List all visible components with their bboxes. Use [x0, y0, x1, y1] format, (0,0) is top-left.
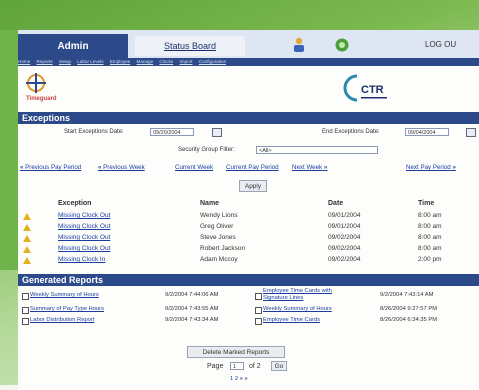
exception-time: 8:00 am: [418, 245, 442, 252]
exception-time: 8:00 am: [418, 234, 442, 241]
nav-link-employee[interactable]: Employee: [110, 59, 130, 64]
current-week-link[interactable]: Current Week: [175, 164, 213, 171]
exception-link[interactable]: Missing Clock Out: [58, 234, 110, 241]
warning-icon: [23, 213, 31, 220]
previous-week-link[interactable]: « Previous Week: [98, 164, 145, 171]
report-link[interactable]: Labor Distribution Report: [30, 317, 94, 323]
table-row: Missing Clock Out Steve Jones 09/02/2004…: [18, 233, 479, 244]
report-checkbox[interactable]: [22, 293, 29, 300]
ctr-logo: CTR: [343, 72, 413, 106]
report-timestamp: 8/26/2004 9:27:57 PM: [380, 306, 438, 312]
security-filter-label: Security Group Filter:: [178, 147, 235, 153]
start-date-calendar-icon[interactable]: [212, 128, 222, 137]
column-header-date: Date: [328, 200, 344, 207]
nav-link-labor-levels[interactable]: Labor Levels: [77, 59, 103, 64]
report-link[interactable]: Employee Time Cards: [263, 317, 320, 323]
report-checkbox[interactable]: [22, 307, 29, 314]
end-date-input[interactable]: 09/04/2004: [405, 128, 449, 136]
delete-marked-reports-button[interactable]: Delete Marked Reports: [187, 346, 285, 358]
report-timestamp: 9/2/2004 7:43:55 AM: [165, 306, 219, 312]
column-header-exception: Exception: [58, 200, 92, 207]
report-checkbox[interactable]: [255, 307, 262, 314]
warning-icon: [23, 257, 31, 264]
next-pay-period-link[interactable]: Next Pay Period »: [406, 164, 456, 171]
exception-date: 09/02/2004: [328, 256, 361, 263]
nav-link-clocks[interactable]: Clocks: [159, 59, 173, 64]
exception-date: 09/01/2004: [328, 212, 361, 219]
logout-link[interactable]: LOG OU: [425, 40, 456, 49]
report-timestamp: 9/2/2004 7:44:06 AM: [165, 292, 219, 298]
exceptions-header: Exceptions: [18, 112, 479, 124]
nav-link-reports[interactable]: Reports: [37, 59, 53, 64]
column-header-name: Name: [200, 200, 220, 207]
end-date-label: End Exceptions Date:: [322, 129, 380, 135]
timeguard-logo: Timeguard: [22, 70, 66, 108]
report-timestamp: 9/2/2004 7:43:14 AM: [380, 292, 434, 298]
nav-links: Home Reports Setup Labor Levels Employee…: [18, 58, 479, 66]
help-icon[interactable]: [335, 38, 349, 52]
nav-link-manage[interactable]: Manage: [137, 59, 154, 64]
left-accent-bar: [0, 30, 18, 270]
exception-date: 09/02/2004: [328, 234, 361, 241]
tab-status-board[interactable]: Status Board: [135, 36, 245, 56]
report-checkbox[interactable]: [255, 318, 262, 325]
table-row: Missing Clock In Adam Mccoy 09/02/2004 2…: [18, 255, 479, 266]
report-link[interactable]: Weekly Summary of Hours: [263, 306, 332, 312]
warning-icon: [23, 246, 31, 253]
employee-name: Adam Mccoy: [200, 256, 238, 263]
employee-name: Robert Jackson: [200, 245, 246, 252]
report-checkbox[interactable]: [22, 318, 29, 325]
user-icon[interactable]: [292, 37, 306, 53]
apply-button[interactable]: Apply: [239, 180, 267, 192]
tab-admin[interactable]: Admin: [18, 34, 128, 58]
employee-name: Greg Oliver: [200, 223, 234, 230]
current-pay-period-link[interactable]: Current Pay Period: [226, 164, 279, 171]
nav-link-home[interactable]: Home: [18, 59, 30, 64]
table-row: Missing Clock Out Robert Jackson 09/02/2…: [18, 244, 479, 255]
nav-link-import[interactable]: Import: [180, 59, 193, 64]
exception-link[interactable]: Missing Clock In: [58, 256, 105, 263]
nav-link-setup[interactable]: Setup: [59, 59, 71, 64]
security-filter-select[interactable]: <All>: [256, 146, 378, 154]
report-link[interactable]: Employee Time Cards with Signature Lines: [263, 288, 355, 302]
warning-icon: [23, 224, 31, 231]
report-link[interactable]: Weekly Summary of Hours: [30, 292, 99, 298]
warning-icon: [23, 235, 31, 242]
employee-name: Steve Jones: [200, 234, 236, 241]
start-date-input[interactable]: 09/20/2004: [150, 128, 194, 136]
exception-date: 09/02/2004: [328, 245, 361, 252]
generated-reports-header: Generated Reports: [18, 274, 479, 286]
report-timestamp: 9/2/2004 7:43:34 AM: [165, 317, 219, 323]
report-link[interactable]: Summary of Pay Type Hours: [30, 306, 104, 312]
report-checkbox[interactable]: [255, 293, 262, 300]
go-button[interactable]: Go: [271, 361, 287, 371]
exception-link[interactable]: Missing Clock Out: [58, 245, 110, 252]
employee-name: Wendy Lions: [200, 212, 238, 219]
previous-pay-period-link[interactable]: « Previous Pay Period: [20, 164, 81, 171]
page-label: Page: [207, 363, 224, 370]
exception-time: 8:00 am: [418, 223, 442, 230]
exception-time: 8:00 am: [418, 212, 442, 219]
table-row: Missing Clock Out Wendy Lions 09/01/2004…: [18, 211, 479, 222]
nav-link-configuration[interactable]: Configuration: [199, 59, 226, 64]
page-number-input[interactable]: 1: [230, 362, 244, 370]
pagination-links[interactable]: 1 2 » »: [230, 376, 248, 382]
exception-link[interactable]: Missing Clock Out: [58, 223, 110, 230]
table-row: Missing Clock Out Greg Oliver 09/01/2004…: [18, 222, 479, 233]
svg-text:CTR: CTR: [361, 84, 384, 96]
exception-time: 2:00 pm: [418, 256, 442, 263]
end-date-calendar-icon[interactable]: [466, 128, 476, 137]
start-date-label: Start Exceptions Date:: [64, 129, 124, 135]
next-week-link[interactable]: Next Week »: [292, 164, 327, 171]
exception-link[interactable]: Missing Clock Out: [58, 212, 110, 219]
exception-date: 09/01/2004: [328, 223, 361, 230]
report-timestamp: 8/26/2004 6:34:35 PM: [380, 317, 438, 323]
page-total: of 2: [249, 363, 261, 370]
column-header-time: Time: [418, 200, 435, 207]
